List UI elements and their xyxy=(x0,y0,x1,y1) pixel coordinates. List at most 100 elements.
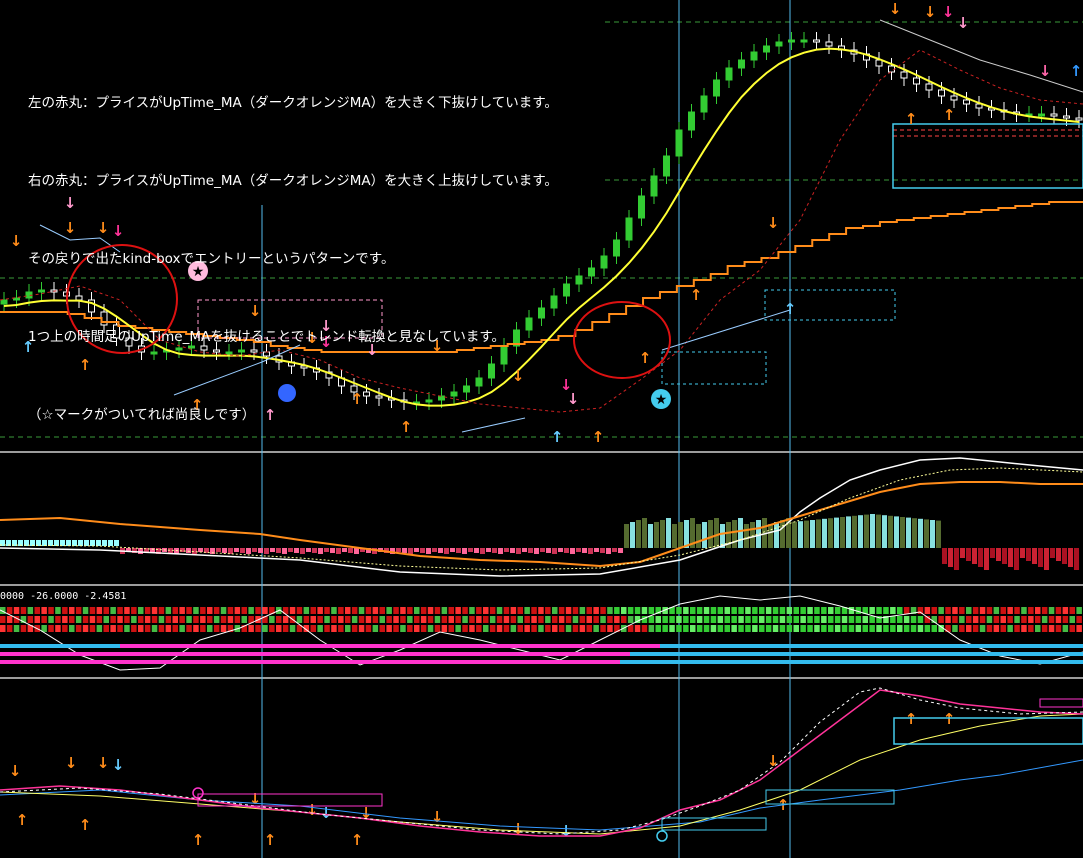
signal-cell xyxy=(662,616,668,623)
signal-cell xyxy=(586,625,592,632)
signal-cell xyxy=(924,625,931,632)
signal-cell xyxy=(0,625,6,632)
signal-cell xyxy=(676,607,682,614)
signal-cell xyxy=(1021,607,1027,614)
signal-cell xyxy=(414,625,420,632)
signal-cell xyxy=(331,625,337,632)
oscillator-bar xyxy=(276,548,281,553)
oscillator-bar xyxy=(90,540,95,546)
signal-cell xyxy=(972,616,979,623)
signal-cell xyxy=(917,625,924,632)
signal-cell xyxy=(220,625,227,632)
down-arrow: ↓ xyxy=(10,232,23,250)
up-arrow: ↑ xyxy=(1070,62,1083,80)
signal-cell xyxy=(241,616,247,623)
signal-cell xyxy=(952,616,958,623)
candle-body xyxy=(688,111,695,131)
signal-cell xyxy=(48,625,54,632)
signal-cell xyxy=(324,607,330,614)
oscillator-bar xyxy=(942,548,947,564)
oscillator-bar xyxy=(516,548,521,554)
oscillator-bar xyxy=(978,548,983,567)
oscillator-bar xyxy=(654,522,659,548)
oscillator-bar xyxy=(648,524,653,548)
oscillator-bar xyxy=(888,515,893,548)
signal-cell xyxy=(158,625,165,632)
oscillator-bar xyxy=(894,516,899,548)
signal-cell xyxy=(952,607,958,614)
oscillator-bar xyxy=(576,548,581,552)
signal-cell xyxy=(717,607,724,614)
up-arrow: ↑ xyxy=(905,110,918,128)
candle-body xyxy=(925,83,933,91)
signal-cell xyxy=(683,625,689,632)
oscillator-bar xyxy=(96,540,101,546)
signal-cell xyxy=(752,616,758,623)
signal-cell xyxy=(158,607,165,614)
oscillator-bar xyxy=(642,518,647,548)
signal-cell xyxy=(800,607,806,614)
signal-cell xyxy=(317,625,323,632)
signal-cell xyxy=(828,607,834,614)
signal-cell xyxy=(89,616,96,623)
oscillator-bar xyxy=(1020,548,1025,558)
signal-cell xyxy=(62,625,68,632)
oscillator-bar xyxy=(744,524,749,548)
signal-cell xyxy=(13,607,20,614)
down-arrow: ↓ xyxy=(112,756,125,774)
oscillator-bar xyxy=(330,548,335,553)
signal-cell xyxy=(103,607,109,614)
signal-cell xyxy=(979,616,986,623)
signal-cell xyxy=(903,607,910,614)
oscillator-bar xyxy=(1068,548,1073,567)
signal-cell xyxy=(524,625,530,632)
oscillator-bar xyxy=(564,548,569,553)
oscillator-bar xyxy=(618,548,623,553)
oscillator-bar xyxy=(636,520,641,548)
signal-cell xyxy=(1069,607,1075,614)
oscillator-bar xyxy=(900,517,905,548)
signal-cell xyxy=(841,625,848,632)
candle-body xyxy=(713,79,720,97)
oscillator-bar xyxy=(288,548,293,552)
annotation-line-5: （☆マークがついてれば尚良しです） xyxy=(28,407,256,423)
signal-cell xyxy=(365,607,372,614)
signal-cell xyxy=(779,607,786,614)
candle-body xyxy=(1075,117,1083,121)
candle-body xyxy=(0,299,8,305)
up-arrow: ↑ xyxy=(79,816,92,834)
signal-cell xyxy=(496,607,503,614)
signal-cell xyxy=(821,625,827,632)
signal-cell xyxy=(552,616,558,623)
candle-body xyxy=(575,275,583,285)
signal-cell xyxy=(696,616,703,623)
signal-cell xyxy=(55,616,61,623)
signal-cell xyxy=(814,607,820,614)
signal-cell xyxy=(27,616,34,623)
signal-cell xyxy=(807,625,813,632)
signal-cell xyxy=(538,616,544,623)
signal-cell xyxy=(200,607,206,614)
signal-cell xyxy=(538,607,544,614)
signal-cell xyxy=(959,607,965,614)
oscillator-bar xyxy=(1002,548,1007,564)
signal-cell xyxy=(407,625,413,632)
signal-cell xyxy=(634,625,641,632)
signal-cell xyxy=(510,625,517,632)
signal-cell xyxy=(434,625,441,632)
signal-cell xyxy=(110,616,116,623)
oscillator-bar xyxy=(318,548,323,554)
oscillator-bar xyxy=(708,520,713,548)
signal-cell xyxy=(545,616,551,623)
signal-cell xyxy=(165,607,172,614)
signal-cell xyxy=(565,616,572,623)
signal-cell xyxy=(427,625,434,632)
signal-cell xyxy=(427,607,434,614)
signal-cell xyxy=(165,625,172,632)
signal-cell xyxy=(89,625,96,632)
signal-cell xyxy=(503,607,510,614)
candle-body xyxy=(900,71,908,79)
candle-body xyxy=(938,89,945,97)
oscillator-bar xyxy=(672,524,677,548)
candle-body xyxy=(1038,113,1045,117)
